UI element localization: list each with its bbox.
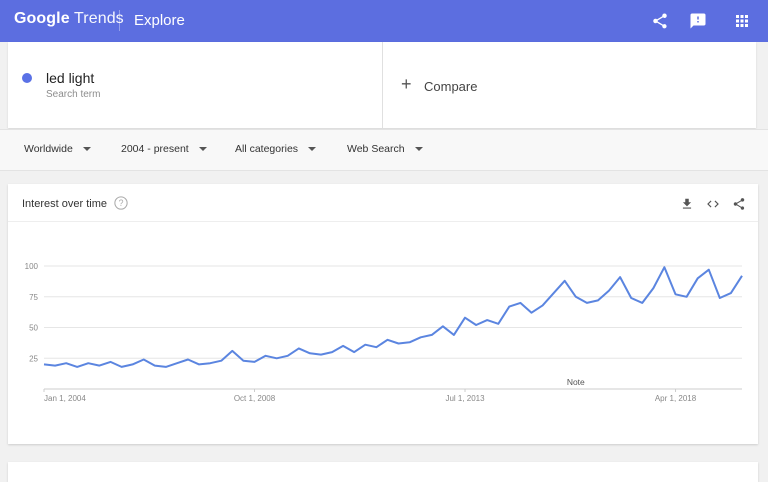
- page-title: Explore: [134, 12, 185, 29]
- feedback-icon[interactable]: [689, 12, 707, 30]
- share-icon[interactable]: [651, 12, 669, 30]
- y-tick-label: 100: [25, 262, 39, 271]
- compare-box[interactable]: + Compare: [383, 42, 756, 128]
- y-tick-label: 50: [29, 324, 38, 333]
- y-tick-label: 25: [29, 354, 38, 363]
- chevron-down-icon: [198, 147, 207, 151]
- chevron-down-icon: [414, 147, 423, 151]
- search-term-box[interactable]: led light Search term: [8, 42, 383, 128]
- category-filter[interactable]: All categories: [235, 143, 317, 155]
- search-term-name[interactable]: led light: [46, 70, 94, 86]
- brand-trends-text: Trends: [73, 10, 124, 27]
- x-tick-label: Jul 1, 2013: [445, 394, 485, 403]
- interest-over-time-card: Interest over time ? 100 75 50 25 Jan 1, 200…: [8, 184, 758, 444]
- search-term-type: Search term: [46, 89, 101, 100]
- brand-google-text: Google: [14, 10, 70, 27]
- search-panel: led light Search term + Compare: [8, 42, 756, 128]
- region-filter-label: Worldwide: [24, 143, 73, 155]
- x-tick-label: Jan 1, 2004: [44, 394, 86, 403]
- filter-bar: Worldwide 2004 - present All categories …: [0, 129, 768, 171]
- chevron-down-icon: [82, 147, 91, 151]
- region-filter[interactable]: Worldwide: [24, 143, 91, 155]
- chart-note-annotation[interactable]: Note: [567, 377, 585, 387]
- x-tick-label: Oct 1, 2008: [234, 394, 276, 403]
- google-trends-logo[interactable]: Google Trends: [14, 10, 124, 28]
- search-type-filter-label: Web Search: [347, 143, 405, 155]
- x-tick-label: Apr 1, 2018: [655, 394, 697, 403]
- term-color-dot: [22, 73, 32, 83]
- header-divider: [119, 10, 120, 31]
- series-line[interactable]: [43, 266, 743, 368]
- compare-label[interactable]: Compare: [424, 79, 477, 94]
- apps-icon[interactable]: [733, 12, 751, 30]
- y-tick-label: 75: [29, 293, 38, 302]
- interest-line-chart: 100 75 50 25 Jan 1, 2004 Oct 1, 2008 Jul 1, 20…: [25, 262, 743, 403]
- time-filter[interactable]: 2004 - present: [121, 143, 207, 155]
- plus-icon[interactable]: +: [401, 75, 412, 93]
- search-type-filter[interactable]: Web Search: [347, 143, 423, 155]
- next-card: [8, 462, 758, 482]
- category-filter-label: All categories: [235, 143, 299, 155]
- chevron-down-icon: [308, 147, 317, 151]
- time-filter-label: 2004 - present: [121, 143, 189, 155]
- top-app-bar: Google Trends Explore: [0, 0, 768, 42]
